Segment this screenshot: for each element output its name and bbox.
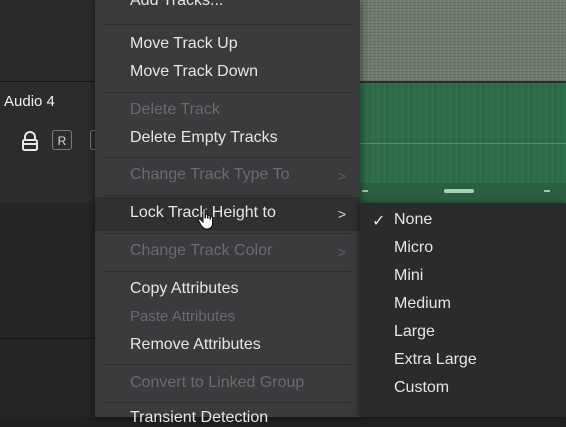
menu-separator <box>103 402 352 403</box>
chevron-right-icon: > <box>337 206 346 222</box>
clip-fade-handles[interactable] <box>360 188 566 194</box>
menu-item-change-track-color: Change Track Color <box>130 242 273 259</box>
menu-item-copy-attributes[interactable]: Copy Attributes <box>130 280 239 298</box>
track-context-menu: Add Tracks... Move Track Up Move Track D… <box>95 0 360 426</box>
menu-separator <box>103 364 352 365</box>
submenu-item-large[interactable]: Large <box>394 323 435 341</box>
submenu-item-extra-large[interactable]: Extra Large <box>394 351 477 369</box>
menu-item-convert-linked-group: Convert to Linked Group <box>130 374 305 391</box>
menu-item-delete-track: Delete Track <box>130 101 220 118</box>
lock-height-submenu: ✓ None Micro Mini Medium Large Extra Lar… <box>360 203 566 417</box>
submenu-item-none[interactable]: None <box>394 211 432 229</box>
track-header-empty <box>0 203 95 417</box>
menu-item-delete-empty-tracks[interactable]: Delete Empty Tracks <box>130 129 278 147</box>
menu-item-transient-detection[interactable]: Transient Detection <box>130 409 268 427</box>
track-header-video <box>0 0 95 81</box>
menu-item-move-track-down[interactable]: Move Track Down <box>130 63 258 81</box>
menu-item-add-tracks[interactable]: Add Tracks... <box>130 0 223 10</box>
record-arm-button[interactable]: R <box>52 130 72 150</box>
submenu-item-medium[interactable]: Medium <box>394 295 451 313</box>
checkmark-icon: ✓ <box>372 213 386 230</box>
menu-item-move-track-up[interactable]: Move Track Up <box>130 35 238 53</box>
menu-separator <box>103 233 352 234</box>
submenu-item-custom[interactable]: Custom <box>394 379 449 397</box>
menu-item-change-track-type: Change Track Type To <box>130 166 290 183</box>
menu-separator <box>103 92 352 93</box>
chevron-right-icon: > <box>337 168 346 184</box>
menu-item-remove-attributes[interactable]: Remove Attributes <box>130 336 261 354</box>
track-name[interactable]: Audio 4 <box>4 93 55 110</box>
audio-waveform-centerline <box>360 143 566 144</box>
menu-separator <box>103 271 352 272</box>
menu-item-paste-attributes: Paste Attributes <box>130 308 236 325</box>
chevron-right-icon: > <box>337 244 346 260</box>
menu-separator <box>103 24 352 25</box>
video-clip[interactable] <box>360 0 566 81</box>
hand-cursor-icon <box>197 207 213 230</box>
submenu-item-mini[interactable]: Mini <box>394 267 423 285</box>
submenu-item-micro[interactable]: Micro <box>394 239 433 257</box>
lock-icon[interactable] <box>20 131 40 151</box>
menu-separator <box>103 157 352 158</box>
menu-separator <box>103 195 352 196</box>
track-header-divider-lower <box>0 338 95 339</box>
